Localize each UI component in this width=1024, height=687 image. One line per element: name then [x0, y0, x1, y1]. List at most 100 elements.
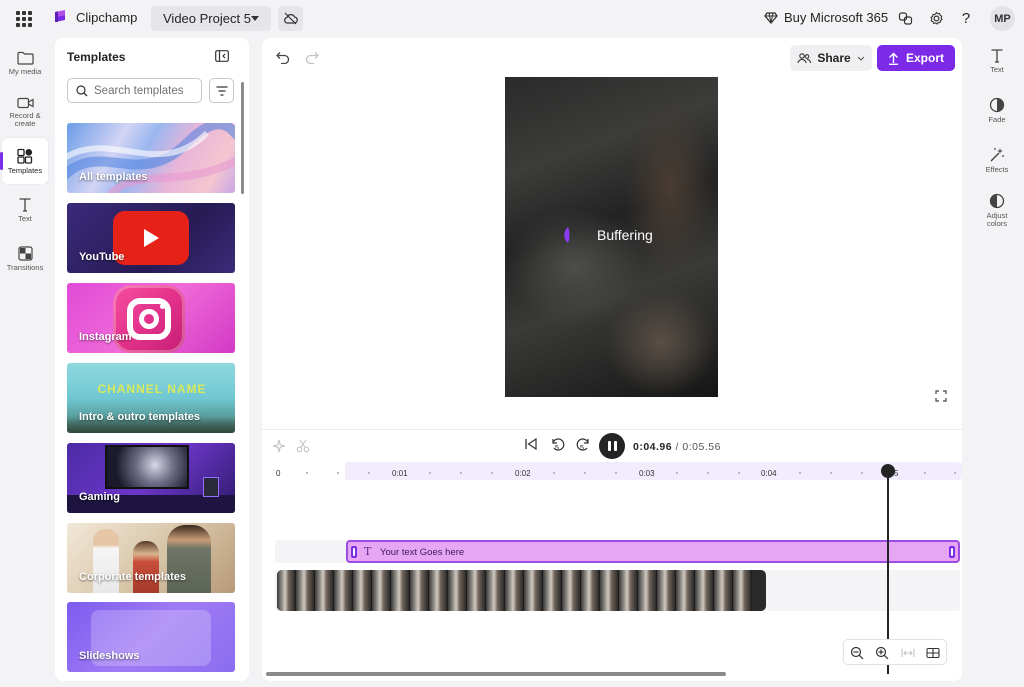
video-frame-thumbnail [448, 570, 467, 611]
undo-icon[interactable] [276, 51, 290, 64]
filter-button[interactable] [209, 78, 234, 103]
export-button[interactable]: Export [877, 45, 955, 71]
timeline-layout-icon[interactable] [926, 646, 940, 660]
card-label: Corporate templates [79, 571, 186, 583]
text-icon [991, 49, 1003, 63]
video-frame-thumbnail [600, 570, 619, 611]
panel-title: Templates [67, 50, 126, 64]
search-input[interactable] [94, 84, 194, 97]
rail-item-transitions[interactable]: Transitions [2, 236, 48, 282]
template-card-all-templates[interactable]: All templates [67, 123, 235, 193]
template-card-slideshows[interactable]: Slideshows [67, 602, 235, 672]
person-art [133, 541, 159, 593]
video-frame-thumbnail [315, 570, 334, 611]
sparkle-icon[interactable] [272, 439, 286, 453]
chevron-down-icon [857, 56, 865, 61]
panel-scrollbar[interactable] [241, 82, 244, 194]
template-card-gaming[interactable]: Gaming [67, 443, 235, 513]
rail-item-text-properties[interactable]: Text [972, 48, 1022, 74]
video-frame-thumbnail [486, 570, 505, 611]
text-icon [19, 198, 31, 212]
share-label: Share [817, 51, 851, 65]
pause-icon [607, 441, 611, 451]
rail-item-adjust-colors[interactable]: Adjust colors [972, 193, 1022, 228]
rewind-seconds: 5 [555, 445, 559, 452]
total-duration: 0:05.56 [682, 441, 721, 453]
project-name-button[interactable]: Video Project 5 [151, 6, 271, 31]
video-frame-thumbnail [391, 570, 410, 611]
video-frame-thumbnail [353, 570, 372, 611]
rail-label: Templates [7, 165, 43, 175]
skip-to-start-icon[interactable] [524, 437, 538, 451]
video-frame-thumbnail [676, 570, 695, 611]
text-clip[interactable]: T Your text Goes here [346, 540, 960, 563]
rail-item-record-create[interactable]: Record & create [2, 89, 48, 135]
pause-button[interactable] [599, 433, 625, 459]
template-card-corporate[interactable]: Corporate templates [67, 523, 235, 593]
template-card-youtube[interactable]: YouTube [67, 203, 235, 273]
share-button[interactable]: Share [790, 45, 872, 71]
fullscreen-icon[interactable] [935, 390, 947, 402]
forward-5-button[interactable]: 5 [575, 437, 591, 458]
export-label: Export [905, 51, 944, 65]
clip-trim-handle-left[interactable] [351, 546, 357, 558]
connected-accounts-icon[interactable] [897, 10, 913, 26]
zoom-out-icon[interactable] [850, 646, 864, 660]
rail-item-text[interactable]: Text [2, 187, 48, 233]
help-icon[interactable]: ? [958, 10, 974, 27]
templates-panel: Templates All templates YouTube Instagra… [55, 38, 249, 681]
card-label: Slideshows [79, 650, 140, 662]
card-label: YouTube [79, 251, 125, 263]
search-box [67, 78, 202, 103]
timeline-horizontal-scrollbar[interactable] [266, 672, 726, 676]
rail-item-effects[interactable]: Effects [972, 147, 1022, 174]
video-frame-thumbnail [505, 570, 524, 611]
fit-to-width-icon[interactable] [901, 646, 915, 660]
template-card-intro-outro[interactable]: CHANNEL NAME Intro & outro templates [67, 363, 235, 433]
upload-icon [888, 52, 898, 65]
rail-label: Text [990, 65, 1004, 74]
video-frame-thumbnail [619, 570, 638, 611]
clip-trim-handle-right[interactable] [949, 546, 955, 558]
scissors-icon[interactable] [296, 439, 310, 453]
search-icon [76, 84, 88, 96]
rail-item-my-media[interactable]: My media [2, 40, 48, 86]
video-frame-thumbnail [543, 570, 562, 611]
video-frame-thumbnail [657, 570, 676, 611]
zoom-in-icon[interactable] [875, 646, 889, 660]
rewind-5-button[interactable]: 5 [550, 437, 566, 458]
app-launcher-icon[interactable] [16, 11, 32, 27]
project-name: Video Project 5 [163, 11, 251, 26]
rail-label: Fade [988, 115, 1006, 124]
person-art [93, 529, 119, 593]
video-frame-thumbnail [334, 570, 353, 611]
rail-label: My media [8, 66, 42, 76]
video-frame-thumbnail [524, 570, 543, 611]
video-frame-thumbnail [410, 570, 429, 611]
playhead-handle[interactable] [881, 464, 895, 478]
redo-icon[interactable] [305, 51, 319, 64]
time-separator: / [675, 441, 679, 453]
timeline-zoom-controls [843, 639, 947, 665]
pause-icon-bar [613, 441, 617, 451]
rail-item-templates[interactable]: Templates [0, 138, 48, 184]
rail-item-fade[interactable]: Fade [972, 97, 1022, 124]
channel-name-art: CHANNEL NAME [97, 382, 207, 396]
buffering-text: Buffering [597, 227, 653, 243]
buy-label: Buy Microsoft 365 [784, 10, 889, 25]
loading-spinner-icon [564, 227, 570, 243]
buy-microsoft-365-button[interactable]: Buy Microsoft 365 [764, 10, 888, 25]
video-clip[interactable] [277, 570, 766, 611]
settings-gear-icon[interactable] [928, 10, 944, 26]
diamond-icon [764, 11, 778, 24]
video-preview[interactable]: Buffering [505, 77, 718, 397]
avatar[interactable]: MP [990, 6, 1015, 31]
template-card-instagram[interactable]: Instagram [67, 283, 235, 353]
cloud-sync-off-button[interactable] [278, 6, 303, 31]
editor-area: Share Export Buffering 5 5 0:04.96 / 0:0… [262, 38, 962, 681]
video-frame-thumbnail [296, 570, 315, 611]
collapse-panel-icon[interactable] [215, 50, 229, 62]
pc-case-art [203, 477, 219, 497]
video-frame-thumbnail [733, 570, 752, 611]
adjust-colors-icon [989, 193, 1005, 209]
